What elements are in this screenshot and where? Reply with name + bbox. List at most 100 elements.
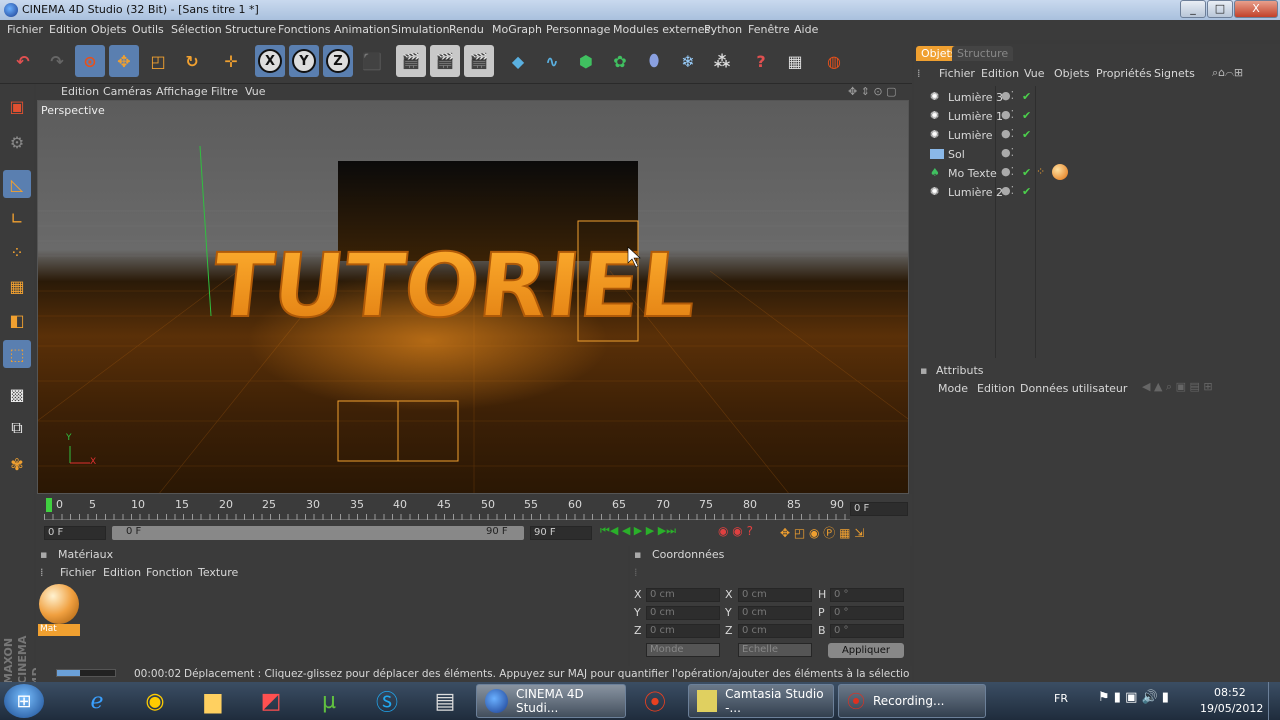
viewport-perspective[interactable]: TUTORIEL Perspective Y X <box>37 100 909 494</box>
end-frame-field[interactable]: 90 F <box>530 526 592 540</box>
size-y-field[interactable]: 0 cm <box>738 606 812 620</box>
render-settings-icon[interactable]: 🎬 <box>464 45 494 77</box>
viewport-nav-icon[interactable]: ✥ ⇕ ⊙ ▢ <box>848 85 897 98</box>
object-axis-icon[interactable]: ∟ <box>3 204 31 232</box>
viewport-menu-cameras[interactable]: Caméras <box>103 85 152 98</box>
objects-menu-fichier[interactable]: Fichier <box>939 67 975 80</box>
playhead[interactable] <box>46 498 52 512</box>
material-swatch[interactable]: Mat <box>38 584 80 638</box>
timeline-ruler[interactable]: 0 5 10 15 20 25 30 35 40 45 50 55 60 65 … <box>44 498 850 520</box>
viewport-menu-affichage[interactable]: Affichage <box>156 85 208 98</box>
explorer-folder-icon[interactable]: ▆ <box>198 686 228 716</box>
key-filter-icon[interactable]: ✥ ◰ ◉ Ⓟ ▦ ⇲ <box>780 524 910 542</box>
tag-icon[interactable]: ⁘ <box>1036 165 1045 178</box>
skype-icon[interactable]: Ⓢ <box>372 686 402 716</box>
menu-outils[interactable]: Outils <box>132 23 164 36</box>
menu-rendu[interactable]: Rendu <box>449 23 484 36</box>
enabled-check-icon[interactable]: ✔ <box>1022 185 1031 198</box>
live-selection-icon[interactable]: ⊙ <box>75 45 105 77</box>
objects-menu-proprietes[interactable]: Propriétés <box>1096 67 1152 80</box>
list-item[interactable]: Sol ●⁚ <box>930 146 1270 163</box>
list-item[interactable]: ♠ Mo Texte ●⁚ ✔ ⁘ <box>930 164 1270 182</box>
visibility-dots-icon[interactable]: ●⁚ <box>1001 146 1014 159</box>
menu-fonctions[interactable]: Fonctions <box>278 23 331 36</box>
move-tool-icon[interactable]: ✥ <box>109 45 139 77</box>
menu-objets[interactable]: Objets <box>91 23 127 36</box>
menu-edition[interactable]: Edition <box>49 23 87 36</box>
minimize-button[interactable]: _ <box>1180 0 1206 18</box>
add-tool-icon[interactable]: ✛ <box>216 45 246 77</box>
viewport-menu-vue[interactable]: Vue <box>245 85 266 98</box>
list-item[interactable]: ✺ Lumière 1 ●⁚ ✔ <box>930 108 1270 125</box>
start-frame-field[interactable]: 0 F <box>44 526 106 540</box>
mat-menu-fichier[interactable]: Fichier <box>60 566 96 579</box>
attr-nav-icon[interactable]: ◀ ▲ ⌕ ▣ ▤ ⊞ <box>1142 380 1213 394</box>
task-cinema4d[interactable]: CINEMA 4D Studi... <box>476 684 626 718</box>
enabled-check-icon[interactable]: ✔ <box>1022 90 1031 103</box>
menu-animation[interactable]: Animation <box>334 23 390 36</box>
timeline[interactable]: 0 5 10 15 20 25 30 35 40 45 50 55 60 65 … <box>36 494 912 546</box>
position-z-field[interactable]: 0 cm <box>646 624 720 638</box>
apply-button[interactable]: Appliquer <box>828 643 904 658</box>
snap-icon[interactable]: ⧉ <box>3 414 31 442</box>
menu-fenetre[interactable]: Fenêtre <box>748 23 790 36</box>
current-frame-field[interactable]: 0 F <box>850 502 908 516</box>
viewport-menu-filtre[interactable]: Filtre <box>211 85 238 98</box>
undo-icon[interactable]: ↶ <box>8 45 38 77</box>
camtasia-recorder-icon[interactable]: ⦿ <box>640 686 670 716</box>
render-picture-viewer-icon[interactable]: 🎬 <box>430 45 460 77</box>
clock-time[interactable]: 08:52 <box>1214 686 1246 699</box>
points-mode-icon[interactable]: ⁘ <box>3 238 31 266</box>
make-editable-icon[interactable]: ▣ <box>3 92 31 120</box>
tray-icons[interactable]: ⚑ ▮ ▣ 🔊 ▮ <box>1098 690 1169 705</box>
visibility-dots-icon[interactable]: ●⁚ <box>1001 165 1014 178</box>
visibility-dots-icon[interactable]: ●⁚ <box>1001 184 1014 197</box>
polygons-mode-icon[interactable]: ◧ <box>3 306 31 334</box>
attr-menu-mode[interactable]: Mode <box>938 382 968 395</box>
coordinate-system-icon[interactable]: ⬛ <box>357 45 387 77</box>
objects-menu-edition[interactable]: Edition <box>981 67 1019 80</box>
model-mode-icon[interactable]: ◺ <box>3 170 31 198</box>
utorrent-icon[interactable]: µ <box>314 686 344 716</box>
edges-mode-icon[interactable]: ▦ <box>3 272 31 300</box>
frame-range-slider[interactable]: 0 F 90 F <box>112 526 524 540</box>
rotate-tool-icon[interactable]: ↻ <box>177 45 207 77</box>
scale-tool-icon[interactable]: ◰ <box>143 45 173 77</box>
task-camtasia[interactable]: Camtasia Studio -... <box>688 684 834 718</box>
visibility-dots-icon[interactable]: ●⁚ <box>1001 108 1014 121</box>
attr-menu-edition[interactable]: Edition <box>977 382 1015 395</box>
cube-icon[interactable]: ◆ <box>503 45 533 77</box>
menu-mograph[interactable]: MoGraph <box>492 23 542 36</box>
rotation-b-field[interactable]: 0 ° <box>830 624 904 638</box>
show-desktop-button[interactable] <box>1268 682 1280 720</box>
spline-icon[interactable]: ∿ <box>537 45 567 77</box>
y-axis-icon[interactable]: Y <box>289 45 319 77</box>
rotation-p-field[interactable]: 0 ° <box>830 606 904 620</box>
objects-menu-objets[interactable]: Objets <box>1054 67 1090 80</box>
menu-structure[interactable]: Structure <box>225 23 276 36</box>
maximize-button[interactable]: □ <box>1207 0 1233 18</box>
enabled-check-icon[interactable]: ✔ <box>1022 128 1031 141</box>
internet-explorer-icon[interactable]: ℯ <box>82 686 112 716</box>
texture-mode-icon[interactable]: ⚙ <box>3 128 31 156</box>
mat-menu-texture[interactable]: Texture <box>198 566 238 579</box>
paint-app-icon[interactable]: ◩ <box>256 686 286 716</box>
menu-aide[interactable]: Aide <box>794 23 818 36</box>
redo-icon[interactable]: ↷ <box>42 45 72 77</box>
objects-menu-vue[interactable]: Vue <box>1024 67 1045 80</box>
coord-mode-select[interactable]: Monde <box>646 643 720 657</box>
rotation-h-field[interactable]: 0 ° <box>830 588 904 602</box>
chrome-icon[interactable]: ◉ <box>140 686 170 716</box>
position-x-field[interactable]: 0 cm <box>646 588 720 602</box>
start-button[interactable]: ⊞ <box>4 684 44 718</box>
help-icon[interactable]: ? <box>746 45 776 77</box>
paint-icon[interactable]: ✾ <box>3 450 31 478</box>
visibility-dots-icon[interactable]: ●⁚ <box>1001 127 1014 140</box>
enabled-check-icon[interactable]: ✔ <box>1022 109 1031 122</box>
menu-selection[interactable]: Sélection <box>171 23 222 36</box>
task-recording[interactable]: ⦿ Recording... <box>838 684 986 718</box>
record-key-icon[interactable]: ◉ ◉ ? <box>718 524 782 542</box>
tab-structure[interactable]: Structure <box>952 46 1014 61</box>
menu-personnage[interactable]: Personnage <box>546 23 610 36</box>
camera-icon[interactable]: ⁂ <box>707 45 737 77</box>
